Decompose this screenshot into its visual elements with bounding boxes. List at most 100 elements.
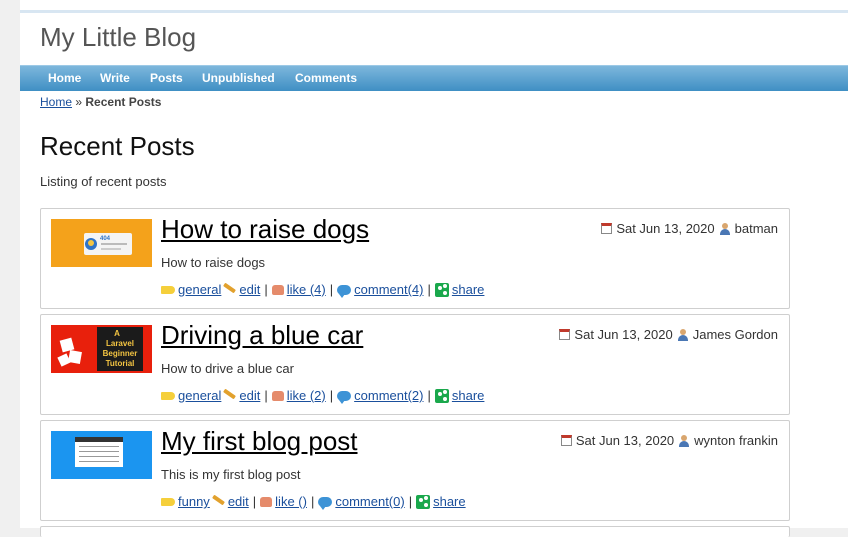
post-actions: general edit | like (4) | comment(4) | s… — [161, 282, 484, 298]
nav-comments[interactable]: Comments — [295, 71, 357, 85]
share-label: share — [451, 388, 485, 403]
post-meta: Sat Jun 13, 2020 James Gordon — [559, 327, 778, 342]
comment-label: comment(0) — [335, 494, 405, 509]
nav-unpublished[interactable]: Unpublished — [202, 71, 275, 85]
thumbnail-text-line: Tutorial — [106, 359, 135, 368]
post-title-link[interactable]: How to raise dogs — [161, 214, 369, 245]
post-actions: general edit | like (2) | comment(2) | s… — [161, 388, 485, 404]
separator: | — [264, 282, 268, 297]
separator: | — [427, 282, 431, 297]
thumbs-up-icon — [271, 284, 284, 295]
post-meta: Sat Jun 13, 2020 wynton frankin — [560, 433, 778, 448]
separator: | — [408, 494, 413, 509]
category-link[interactable]: funny — [161, 494, 210, 509]
post-meta: Sat Jun 13, 2020 batman — [601, 221, 778, 236]
edit-link[interactable]: edit — [223, 388, 260, 403]
separator: | — [252, 494, 257, 509]
site-title[interactable]: My Little Blog — [40, 22, 196, 53]
separator: | — [310, 494, 315, 509]
thumbnail-text-line: Beginner — [103, 349, 138, 358]
post-card: 404 How to raise dogs How to raise dogs … — [40, 208, 790, 309]
like-link[interactable]: like (2) — [271, 388, 326, 403]
thumbs-up-icon — [271, 390, 284, 401]
tag-icon — [161, 391, 175, 400]
thumbnail-text-line: Laravel — [106, 339, 134, 348]
user-icon — [677, 328, 689, 341]
comment-label: comment(2) — [354, 388, 424, 403]
post-thumbnail[interactable] — [51, 431, 152, 479]
post-date: Sat Jun 13, 2020 — [575, 433, 675, 448]
comment-link[interactable]: comment(0) — [318, 494, 405, 510]
user-icon — [719, 222, 731, 235]
share-link[interactable]: share — [434, 282, 484, 297]
tag-icon — [161, 497, 175, 506]
edit-label: edit — [239, 282, 261, 297]
calendar-icon — [601, 223, 613, 234]
breadcrumb-home-link[interactable]: Home — [40, 95, 72, 109]
post-card: A Laravel Beginner Tutorial Driving a bl… — [40, 314, 790, 415]
category-link[interactable]: general — [161, 282, 221, 297]
like-link[interactable]: like () — [260, 494, 307, 509]
post-description: This is my first blog post — [161, 467, 301, 482]
comment-bubble-icon — [337, 284, 352, 298]
page-subtitle: Listing of recent posts — [40, 174, 167, 189]
calendar-icon — [560, 435, 572, 446]
breadcrumb: Home » Recent Posts — [40, 95, 161, 109]
category-label: funny — [178, 494, 210, 509]
comment-label: comment(4) — [354, 282, 424, 297]
breadcrumb-current: Recent Posts — [85, 95, 162, 109]
thumbs-up-icon — [260, 496, 273, 507]
post-title-link[interactable]: Driving a blue car — [161, 320, 363, 351]
pencil-icon — [223, 282, 237, 293]
like-label: like (4) — [286, 282, 326, 297]
calendar-icon — [559, 329, 571, 340]
post-thumbnail[interactable]: A Laravel Beginner Tutorial — [51, 325, 152, 373]
post-card: My first blog post This is my first blog… — [40, 420, 790, 521]
page: My Little Blog Home Write Posts Unpublis… — [20, 0, 848, 537]
share-icon — [434, 388, 449, 403]
post-description: How to drive a blue car — [161, 361, 294, 376]
nav-posts[interactable]: Posts — [150, 71, 183, 85]
comment-link[interactable]: comment(4) — [337, 282, 424, 298]
tag-icon — [161, 285, 175, 294]
thumbnail-text: 404 — [100, 236, 111, 242]
category-label: general — [178, 388, 222, 403]
separator: | — [329, 282, 334, 297]
edit-label: edit — [227, 494, 249, 509]
edit-label: edit — [239, 388, 261, 403]
like-label: like () — [275, 494, 307, 509]
post-title-link[interactable]: My first blog post — [161, 426, 358, 457]
post-date: Sat Jun 13, 2020 — [616, 221, 715, 236]
edit-link[interactable]: edit — [211, 494, 249, 509]
nav-home[interactable]: Home — [48, 71, 81, 85]
pencil-icon — [223, 388, 237, 399]
main-navbar: Home Write Posts Unpublished Comments — [20, 65, 848, 91]
post-description: How to raise dogs — [161, 255, 266, 270]
post-author: James Gordon — [692, 327, 778, 342]
top-border — [20, 10, 848, 13]
page-title: Recent Posts — [40, 131, 195, 161]
edit-link[interactable]: edit — [223, 282, 260, 297]
post-author: batman — [734, 221, 778, 236]
post-author: wynton frankin — [694, 433, 778, 448]
pencil-icon — [211, 494, 225, 505]
breadcrumb-separator: » — [75, 95, 83, 109]
like-label: like (2) — [286, 388, 326, 403]
nav-write[interactable]: Write — [100, 71, 130, 85]
category-link[interactable]: general — [161, 388, 221, 403]
comment-bubble-icon — [337, 390, 352, 404]
user-icon — [678, 434, 690, 447]
comment-link[interactable]: comment(2) — [337, 388, 424, 404]
comment-bubble-icon — [318, 496, 333, 510]
category-label: general — [178, 282, 222, 297]
separator: | — [264, 388, 268, 403]
thumbnail-text-line: A — [114, 329, 120, 338]
like-link[interactable]: like (4) — [271, 282, 326, 297]
separator: | — [329, 388, 334, 403]
share-link[interactable]: share — [434, 388, 485, 403]
separator: | — [427, 388, 431, 403]
post-thumbnail[interactable]: 404 — [51, 219, 152, 267]
share-link[interactable]: share — [416, 494, 466, 509]
post-actions: funny edit | like () | comment(0) | shar… — [161, 494, 466, 510]
share-icon — [416, 494, 431, 509]
